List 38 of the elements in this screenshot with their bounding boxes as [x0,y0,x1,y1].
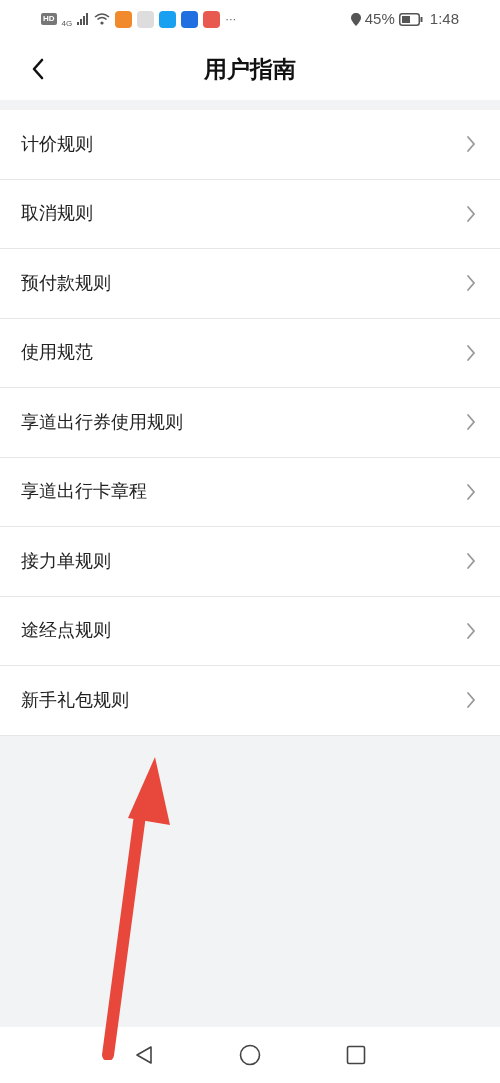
guide-item[interactable]: 使用规范 [0,318,500,388]
guide-item[interactable]: 取消规则 [0,179,500,249]
hd-badge: HD [41,13,57,25]
app-icon [181,10,199,28]
app-icon [159,10,177,28]
square-icon [346,1045,366,1065]
app-icon [203,10,221,28]
chevron-right-icon [466,204,476,223]
wifi-icon [94,13,111,25]
guide-item[interactable]: 接力单规则 [0,527,500,597]
guide-item[interactable]: 享道出行卡章程 [0,457,500,527]
chevron-right-icon [466,343,476,362]
circle-icon [239,1044,261,1066]
chevron-right-icon [466,274,476,293]
guide-item[interactable]: 途经点规则 [0,596,500,666]
app-icon [137,10,155,28]
signal-icon [77,13,90,25]
network-label: 4G [61,20,73,28]
home-nav-button[interactable] [237,1042,263,1068]
chevron-right-icon [466,621,476,640]
chevron-right-icon [466,482,476,501]
battery-percent: 45% [364,8,395,29]
clock: 1:48 [429,8,459,29]
battery-icon [398,12,423,26]
guide-item[interactable]: 享道出行券使用规则 [0,388,500,458]
guide-item[interactable]: 计价规则 [0,110,500,180]
chevron-right-icon [466,691,476,710]
chevron-right-icon [466,413,476,432]
triangle-left-icon [134,1045,154,1065]
chevron-right-icon [466,552,476,571]
location-icon [350,12,361,26]
guide-item[interactable]: 预付款规则 [0,249,500,319]
app-icon [115,10,133,28]
back-icon [31,58,45,80]
more-indicator: ··· [225,11,237,27]
page-title: 用户指南 [204,54,296,84]
chevron-right-icon [466,135,476,154]
guide-item[interactable]: 新手礼包规则 [0,666,500,736]
